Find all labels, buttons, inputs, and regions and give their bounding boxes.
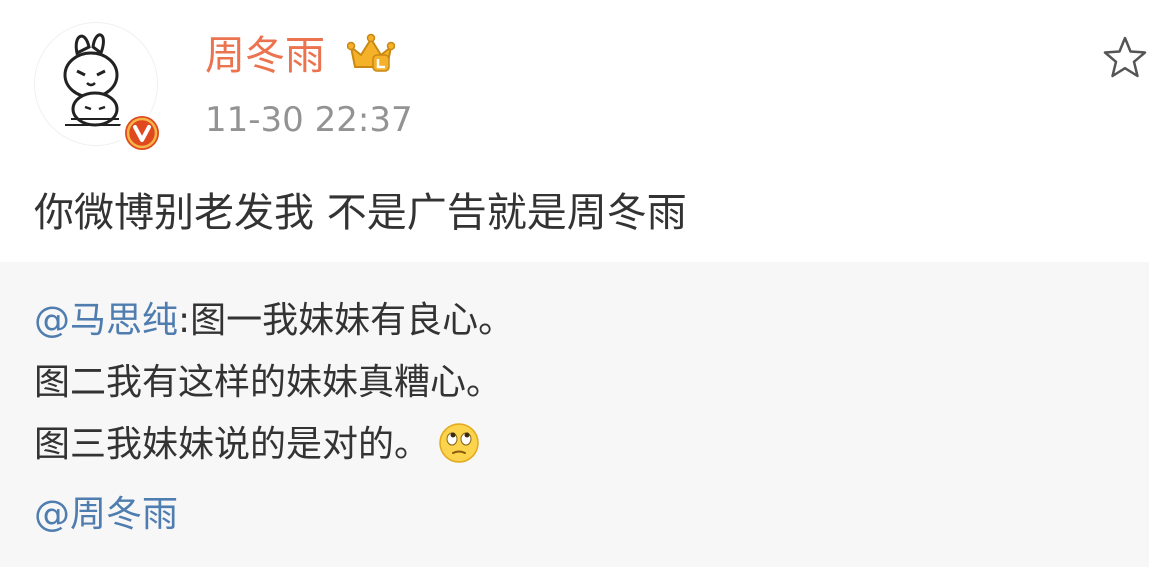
vip-crown-icon[interactable] bbox=[347, 33, 395, 75]
post-timestamp[interactable]: 11-30 22:37 bbox=[205, 97, 413, 143]
repost-line-2: 图二我有这样的妹妹真糟心。 bbox=[34, 362, 503, 403]
post-body-text: 你微博别老发我 不是广告就是周冬雨 bbox=[34, 190, 687, 236]
verified-v-badge-icon bbox=[125, 116, 159, 150]
repost-text: 图三我妹妹说的是对的。 bbox=[34, 424, 431, 465]
weibo-post-card: 周冬雨 11-30 22:37 你微博别老发我 不是广告就是周冬雨 @马思纯:图… bbox=[0, 0, 1149, 567]
repost-box[interactable]: @马思纯:图一我妹妹有良心。 图二我有这样的妹妹真糟心。 图三我妹妹说的是对的。… bbox=[0, 262, 1149, 567]
author-name[interactable]: 周冬雨 bbox=[205, 30, 325, 82]
repost-text: 图一我妹妹有良心。 bbox=[190, 300, 515, 341]
repost-line-1: @马思纯:图一我妹妹有良心。 bbox=[34, 298, 514, 344]
mention-link[interactable]: @周冬雨 bbox=[34, 494, 178, 535]
mention-separator: : bbox=[178, 300, 191, 341]
eye-roll-emoji-icon bbox=[439, 423, 479, 463]
star-outline-icon[interactable] bbox=[1101, 34, 1149, 82]
repost-line-4: @周冬雨 bbox=[34, 492, 178, 538]
mention-link[interactable]: @马思纯 bbox=[34, 300, 178, 341]
repost-line-3: 图三我妹妹说的是对的。 bbox=[34, 422, 480, 468]
verified-badge bbox=[119, 110, 165, 156]
